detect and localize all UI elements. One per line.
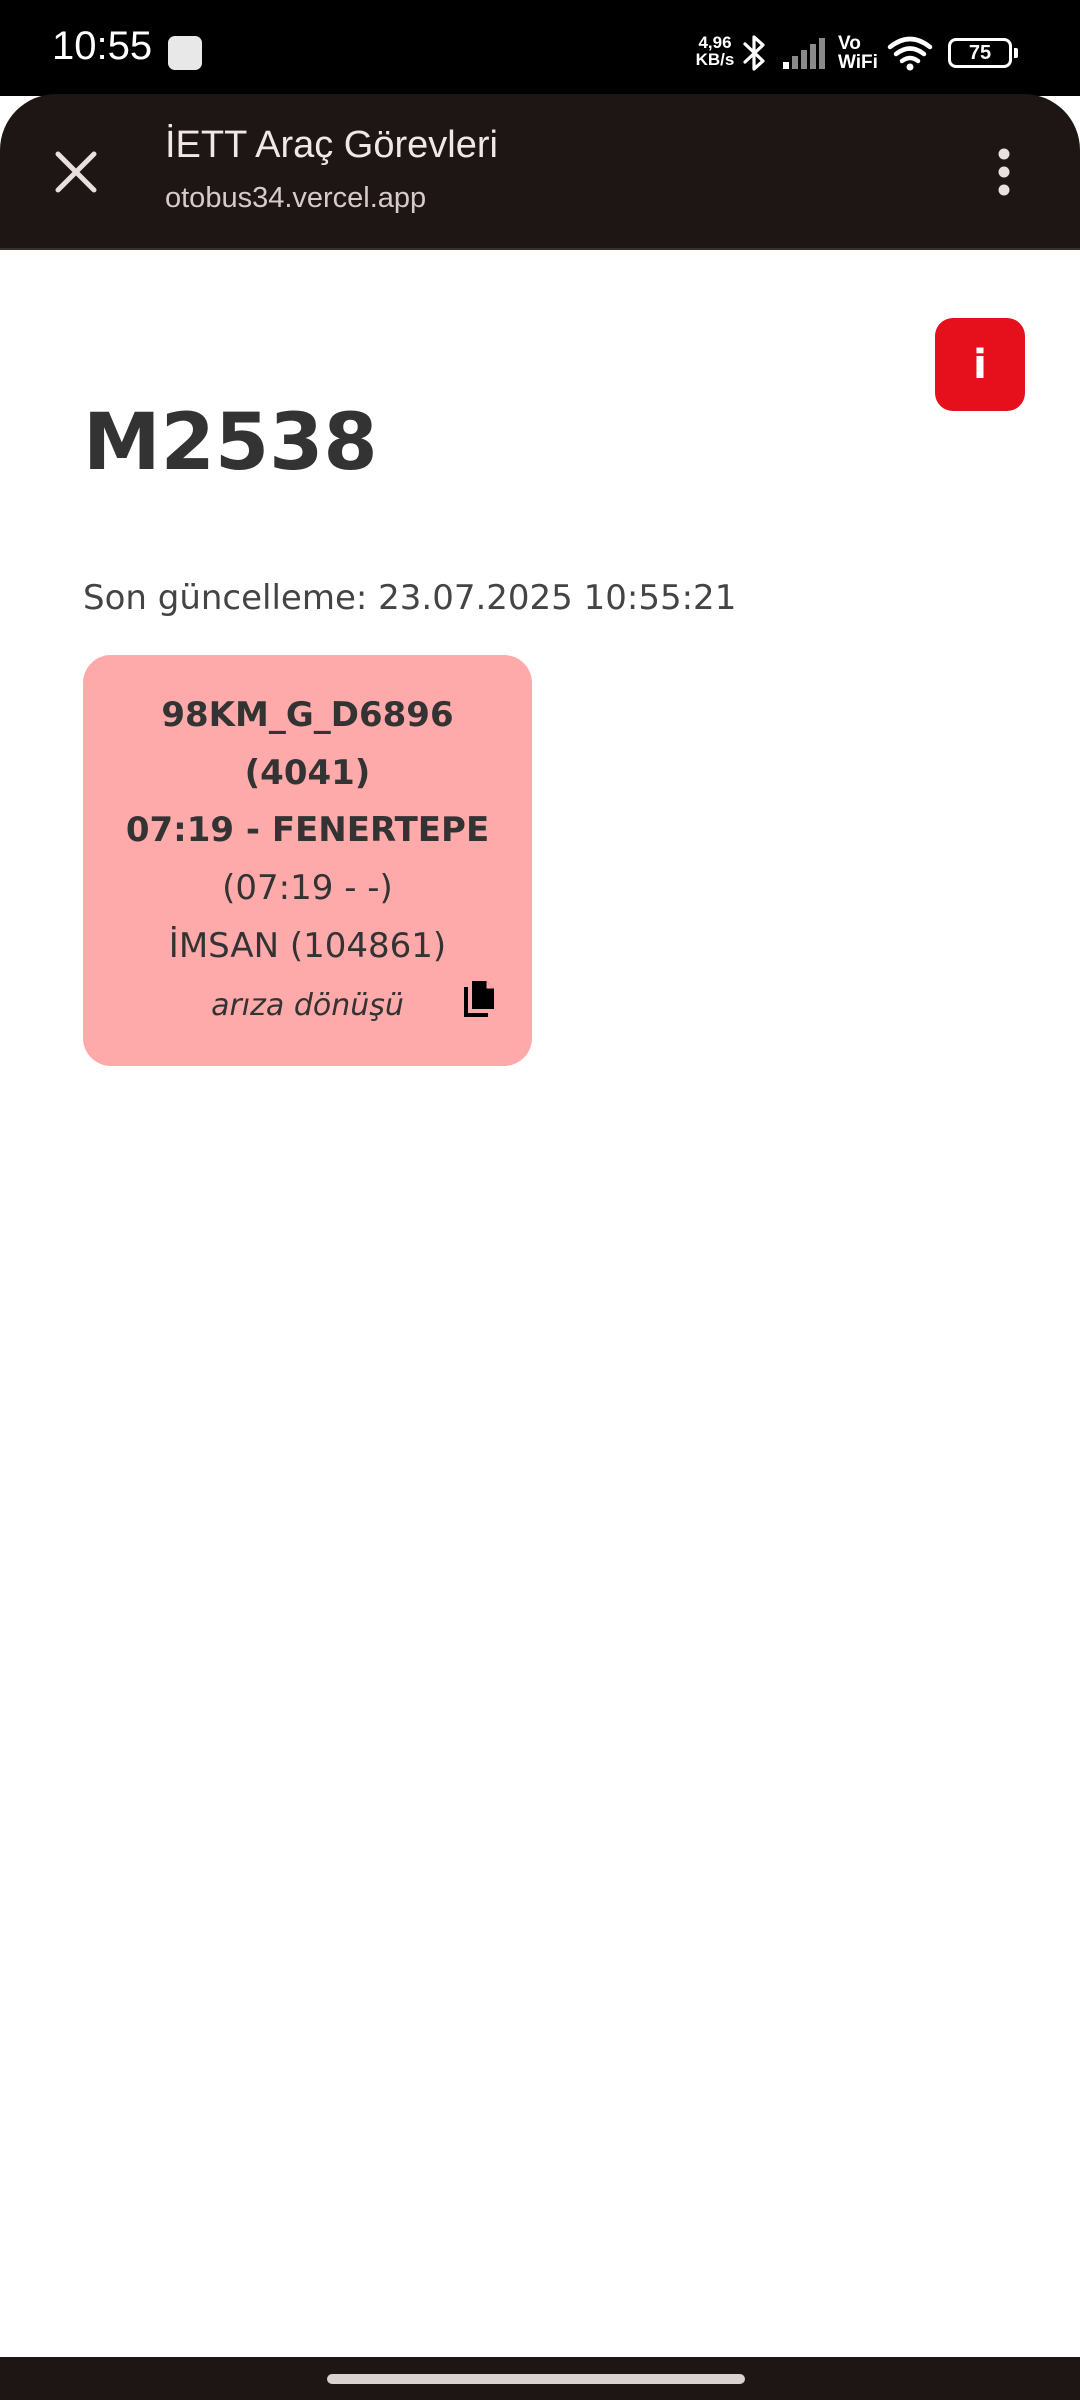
task-card: 98KM_G_D6896 (4041) 07:19 - FENERTEPE (0… xyxy=(83,655,532,1066)
task-number: (4041) xyxy=(244,753,371,793)
more-vert-icon xyxy=(998,148,1010,196)
task-times: (07:19 - -) xyxy=(222,868,393,908)
copy-icon xyxy=(464,981,494,1017)
task-trip: 07:19 - FENERTEPE xyxy=(125,810,490,850)
page-url[interactable]: otobus34.vercel.app xyxy=(165,182,426,215)
close-button[interactable] xyxy=(40,136,112,208)
bluetooth-icon xyxy=(743,35,765,71)
status-time: 10:55 xyxy=(52,24,153,68)
task-operator: İMSAN (104861) xyxy=(168,926,447,966)
copy-button[interactable] xyxy=(455,973,503,1025)
info-button[interactable]: i xyxy=(935,318,1025,411)
browser-toolbar: İETT Araç Görevleri otobus34.vercel.app xyxy=(0,94,1080,250)
vowifi-bottom: WiFi xyxy=(838,52,878,73)
wifi-icon xyxy=(887,36,933,71)
page-title-bar: İETT Araç Görevleri xyxy=(165,124,498,166)
network-speed: 4,96 KB/s xyxy=(690,34,740,68)
signal-icon xyxy=(783,38,825,69)
more-options-button[interactable] xyxy=(968,136,1040,208)
close-icon xyxy=(55,151,97,193)
vowifi-top: Vo xyxy=(838,33,861,54)
home-indicator[interactable] xyxy=(327,2374,745,2384)
status-bar: 10:55 4,96 KB/s Vo WiFi 75 xyxy=(0,0,1080,96)
last-update-text: Son güncelleme: 23.07.2025 10:55:21 xyxy=(83,578,737,618)
task-code: 98KM_G_D6896 xyxy=(161,695,454,735)
network-speed-value: 4,96 xyxy=(698,33,732,52)
notification-app-icon xyxy=(168,36,202,70)
network-speed-unit: KB/s xyxy=(695,50,735,69)
info-label: i xyxy=(973,341,987,388)
battery-indicator: 75 xyxy=(948,38,1018,68)
navigation-bar xyxy=(0,2357,1080,2400)
vehicle-title: M2538 xyxy=(83,398,378,488)
vowifi-indicator: Vo WiFi xyxy=(838,34,878,72)
